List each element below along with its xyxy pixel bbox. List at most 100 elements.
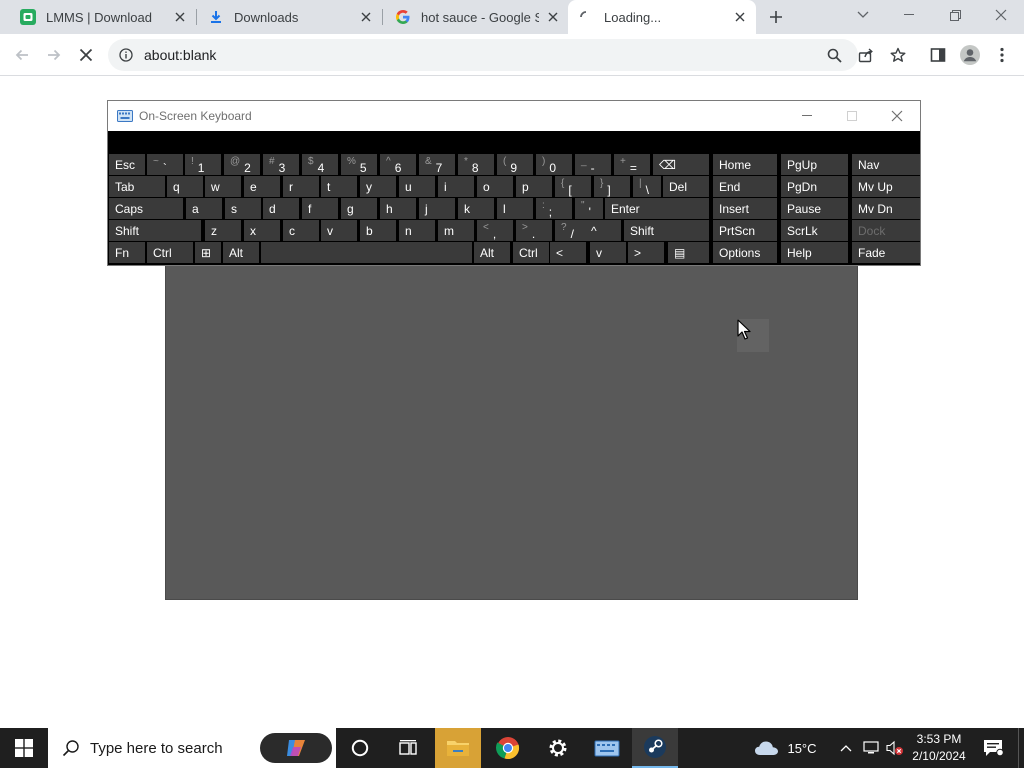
osk-key[interactable]: Shift — [624, 220, 709, 241]
forward-button[interactable] — [40, 41, 68, 69]
settings-button[interactable] — [535, 728, 581, 768]
osk-key[interactable]: b — [360, 220, 396, 241]
tab-downloads[interactable]: Downloads — [196, 0, 382, 34]
tab-search-button[interactable] — [840, 0, 886, 30]
osk-nav-key[interactable]: Home — [713, 154, 777, 175]
cortana-button[interactable] — [340, 728, 380, 768]
show-desktop-button[interactable] — [1018, 728, 1024, 768]
osk-key[interactable]: ! 1 — [185, 154, 221, 175]
close-tab-icon[interactable] — [732, 9, 748, 25]
tab-loading[interactable]: Loading... — [568, 0, 756, 34]
back-button[interactable] — [8, 41, 36, 69]
show-hidden-icons-button[interactable] — [836, 728, 856, 768]
osk-key[interactable]: n — [399, 220, 435, 241]
osk-key[interactable]: @2 — [224, 154, 260, 175]
restore-button[interactable] — [932, 0, 978, 30]
osk-key[interactable]: % 5 — [341, 154, 377, 175]
osk-key[interactable]: _ - — [575, 154, 611, 175]
osk-nav-key[interactable]: Pause — [781, 198, 848, 219]
osk-key[interactable]: " ' — [575, 198, 603, 219]
osk-key[interactable]: k — [458, 198, 494, 219]
volume-button[interactable] — [884, 728, 906, 768]
system-clock[interactable]: 3:53 PM 2/10/2024 — [906, 731, 972, 765]
start-button[interactable] — [0, 728, 48, 768]
share-icon[interactable] — [852, 41, 880, 69]
address-bar[interactable]: about:blank — [108, 39, 858, 71]
osk-minimize-button[interactable] — [784, 101, 829, 131]
osk-key[interactable]: & 7 — [419, 154, 455, 175]
network-button[interactable] — [860, 728, 882, 768]
osk-key[interactable] — [261, 242, 472, 263]
osk-nav-key[interactable]: ScrLk — [781, 220, 848, 241]
copilot-button[interactable] — [260, 733, 332, 763]
osk-key[interactable]: ⊞ — [195, 242, 221, 263]
osk-nav-key[interactable]: PrtScn — [713, 220, 777, 241]
profile-avatar-icon[interactable] — [956, 41, 984, 69]
osk-nav-key[interactable]: PgDn — [781, 176, 848, 197]
weather-widget[interactable]: 15°C — [748, 728, 822, 768]
search-icon[interactable] — [820, 41, 848, 69]
osk-key[interactable]: Esc — [109, 154, 145, 175]
osk-key[interactable]: ~ ` — [147, 154, 183, 175]
osk-key[interactable]: ⌫ — [653, 154, 709, 175]
osk-key[interactable]: Alt — [223, 242, 259, 263]
osk-key[interactable]: Del — [663, 176, 709, 197]
osk-key[interactable]: u — [399, 176, 435, 197]
osk-nav-key[interactable]: Options — [713, 242, 777, 263]
osk-nav-key[interactable]: Mv Up — [852, 176, 920, 197]
osk-key[interactable]: l — [497, 198, 533, 219]
osk-key[interactable]: x — [244, 220, 280, 241]
osk-key[interactable]: }] — [594, 176, 630, 197]
osk-key[interactable]: i — [438, 176, 474, 197]
close-tab-icon[interactable] — [172, 9, 188, 25]
osk-key[interactable]: <, — [477, 220, 513, 241]
stop-loading-button[interactable] — [72, 41, 100, 69]
osk-key[interactable]: z — [205, 220, 241, 241]
osk-key[interactable]: t — [321, 176, 357, 197]
osk-key[interactable]: y — [360, 176, 396, 197]
osk-key[interactable]: Alt — [474, 242, 510, 263]
side-panel-icon[interactable] — [924, 41, 952, 69]
osk-key[interactable]: v — [321, 220, 357, 241]
osk-key[interactable]: ) 0 — [536, 154, 572, 175]
new-tab-button[interactable] — [764, 5, 788, 29]
osk-key[interactable]: $4 — [302, 154, 338, 175]
osk-key[interactable]: o — [477, 176, 513, 197]
osk-nav-key[interactable]: Fade — [852, 242, 920, 263]
osk-key[interactable]: (9 — [497, 154, 533, 175]
osk-nav-key[interactable]: Help — [781, 242, 848, 263]
osk-key[interactable]: {[ — [555, 176, 591, 197]
osk-key[interactable]: ^ 6 — [380, 154, 416, 175]
osk-key[interactable]: * 8 — [458, 154, 494, 175]
osk-key[interactable]: f — [302, 198, 338, 219]
osk-nav-key[interactable]: Nav — [852, 154, 920, 175]
osk-key[interactable]: q — [167, 176, 203, 197]
osk-key[interactable]: ^ — [585, 220, 621, 241]
osk-key[interactable]: > — [628, 242, 664, 263]
close-tab-icon[interactable] — [358, 9, 374, 25]
tab-google-search[interactable]: hot sauce - Google Sea — [383, 0, 569, 34]
osk-key[interactable]: Enter — [605, 198, 709, 219]
osk-key[interactable]: Ctrl — [147, 242, 193, 263]
osk-key[interactable]: w — [205, 176, 241, 197]
tab-lmms-download[interactable]: LMMS | Download — [8, 0, 196, 34]
osk-taskbar-button[interactable] — [584, 728, 630, 768]
osk-key[interactable]: g — [341, 198, 377, 219]
osk-key[interactable]: Ctrl — [513, 242, 549, 263]
osk-key[interactable]: j — [419, 198, 455, 219]
bookmark-star-icon[interactable] — [884, 41, 912, 69]
osk-key[interactable]: | \ — [633, 176, 661, 197]
osk-nav-key[interactable]: PgUp — [781, 154, 848, 175]
osk-key[interactable]: c — [283, 220, 319, 241]
osk-key[interactable]: p — [516, 176, 552, 197]
steam-button[interactable] — [632, 728, 678, 768]
site-info-icon[interactable] — [118, 47, 134, 63]
osk-close-button[interactable] — [874, 101, 919, 131]
osk-key[interactable]: m — [438, 220, 474, 241]
osk-key[interactable]: Caps — [109, 198, 183, 219]
osk-key[interactable]: s — [225, 198, 261, 219]
osk-key[interactable]: :; — [536, 198, 572, 219]
osk-key[interactable]: r — [283, 176, 319, 197]
close-tab-icon[interactable] — [545, 9, 561, 25]
osk-key[interactable]: h — [380, 198, 416, 219]
